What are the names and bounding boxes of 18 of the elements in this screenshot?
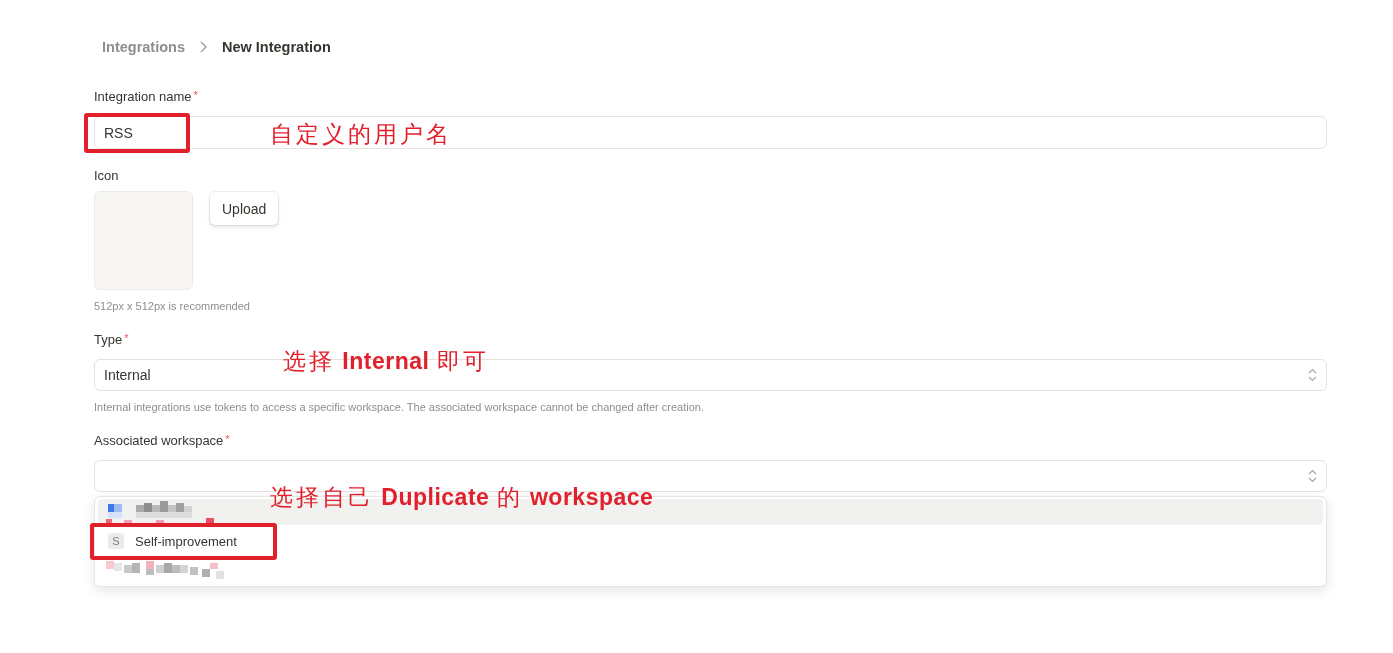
breadcrumb-current: New Integration — [222, 38, 331, 57]
annotation-text: 自定义的用户名 — [270, 120, 452, 148]
chevron-updown-icon — [1308, 469, 1317, 483]
field-label: Type — [94, 331, 123, 349]
field-hint: Internal integrations use tokens to access a specific workspace. The associated workspace cannot be changed after creation. — [94, 400, 706, 414]
chevron-right-icon — [200, 41, 207, 53]
dropdown-option[interactable]: S Self-improvement — [98, 528, 1323, 554]
annotation-text: 选择自己 Duplicate 的 workspace — [270, 483, 654, 511]
required-asterisk: * — [225, 433, 230, 445]
field-label: Icon — [94, 167, 119, 185]
field-label: Associated workspace — [94, 432, 224, 450]
chevron-updown-icon — [1308, 368, 1317, 382]
field-label: Integration name — [94, 88, 192, 106]
upload-button[interactable]: Upload — [210, 192, 279, 225]
workspace-initial: S — [108, 533, 124, 549]
required-asterisk: * — [124, 332, 129, 344]
field-hint: 512px x 512px is recommended — [94, 299, 251, 313]
required-asterisk: * — [193, 89, 198, 101]
